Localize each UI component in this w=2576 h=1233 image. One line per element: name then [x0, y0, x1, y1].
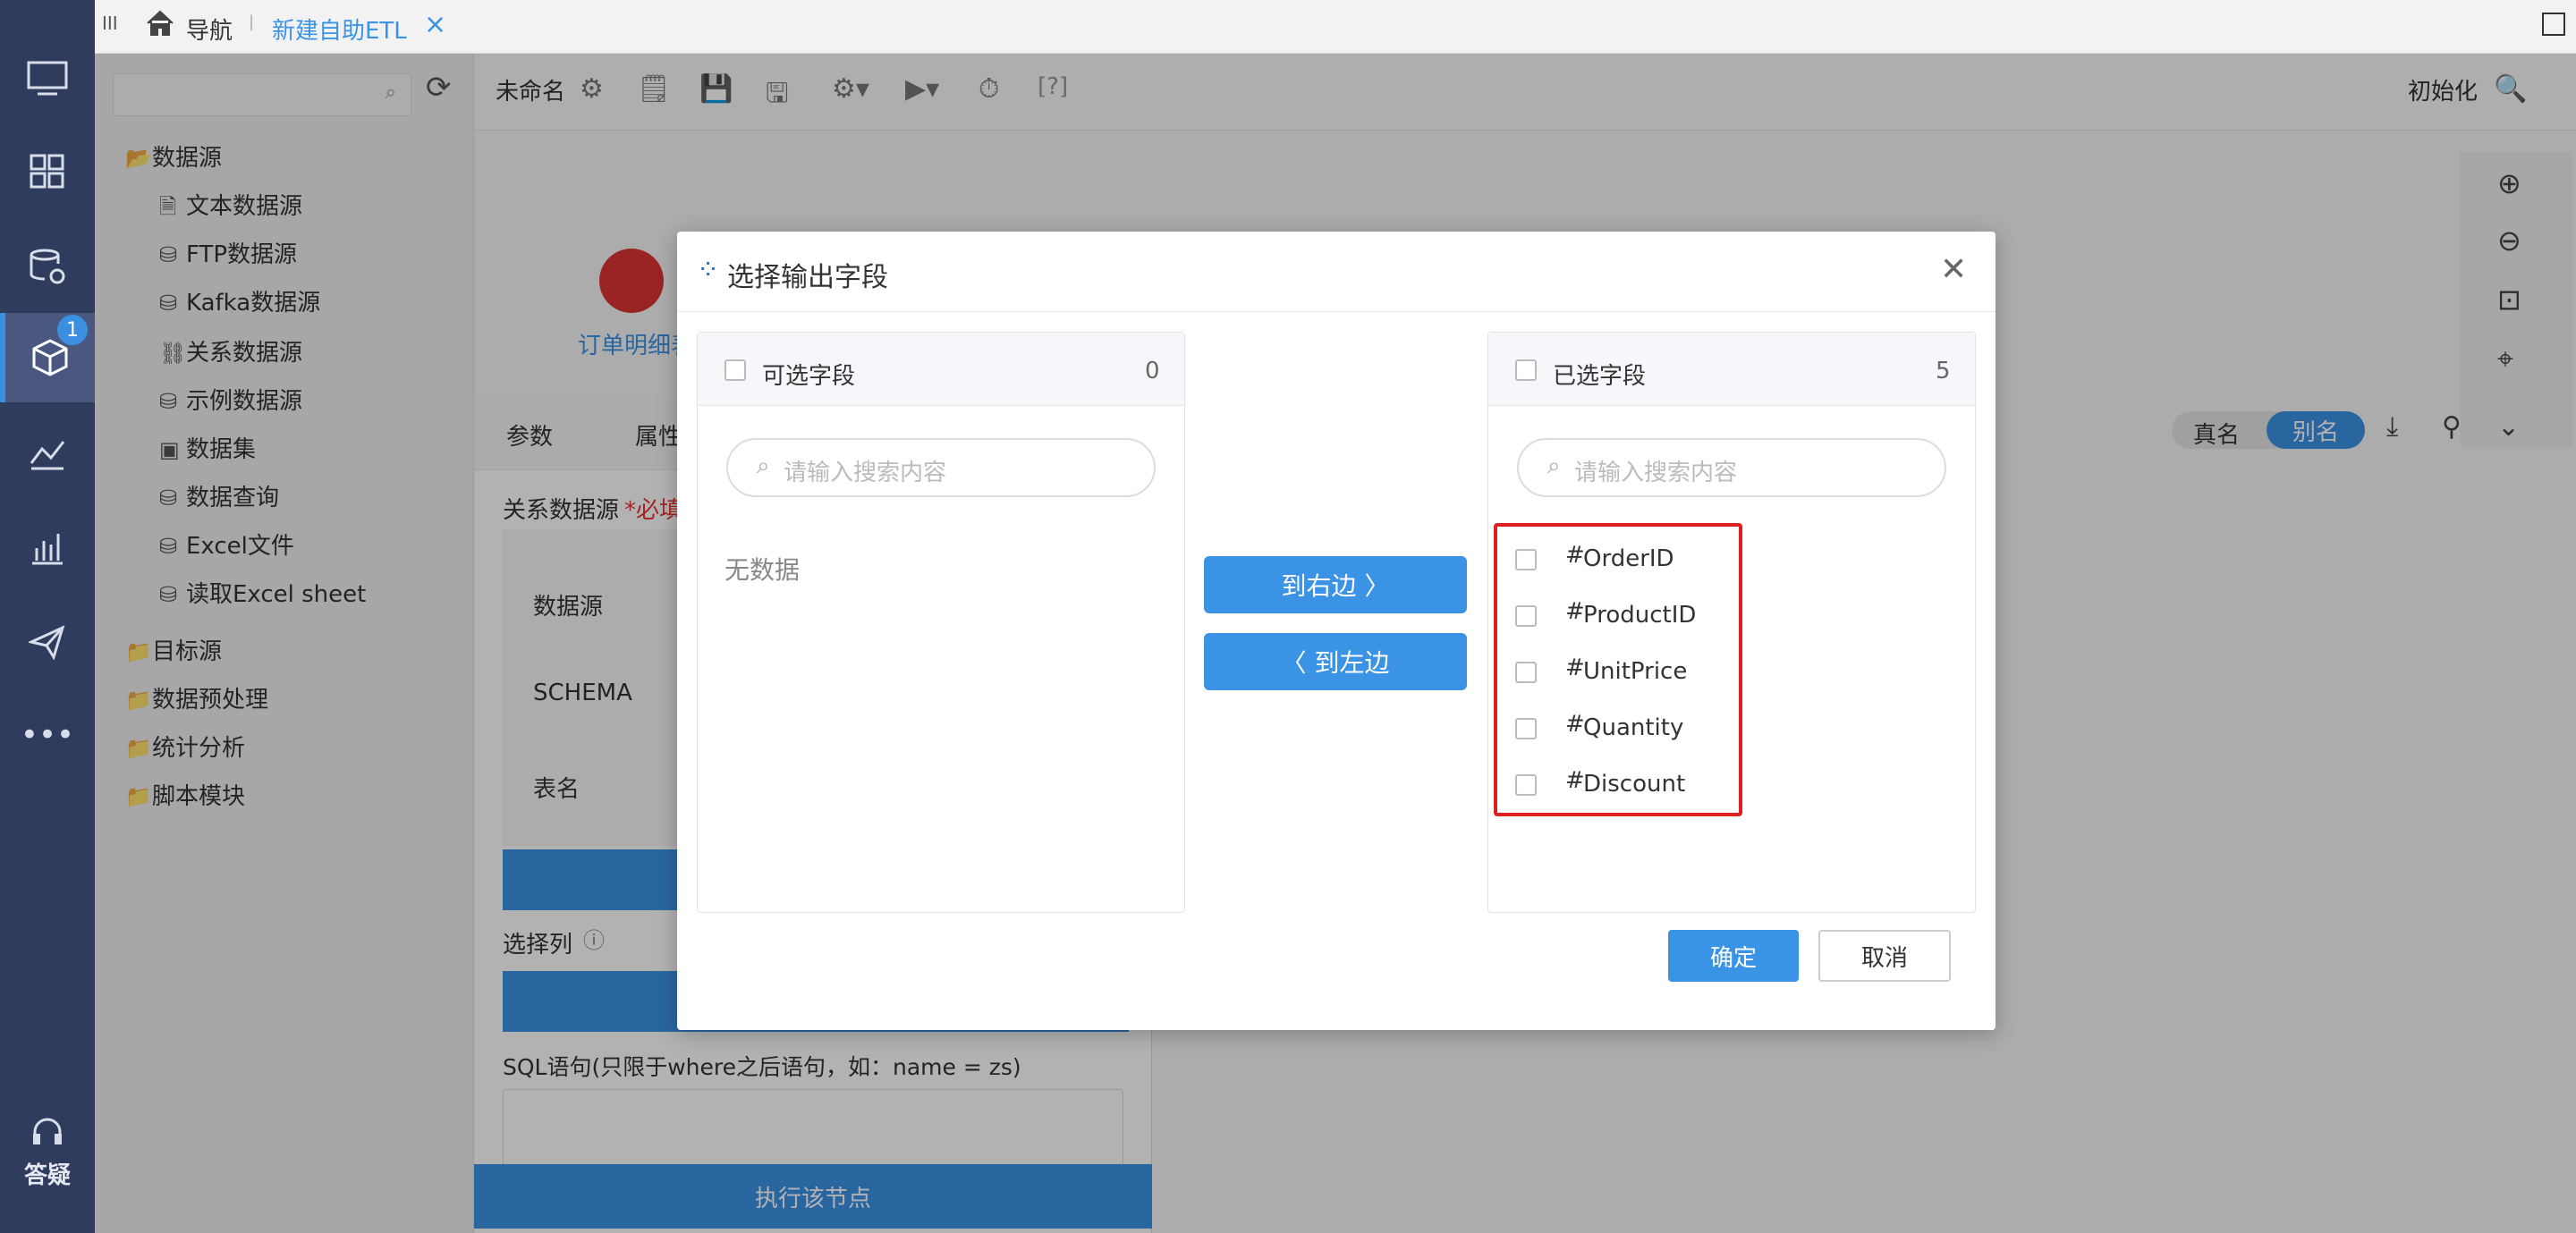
move-left-button[interactable]: 〈 到左边	[1204, 633, 1467, 690]
tab-divider: |	[249, 13, 255, 31]
monitor-icon[interactable]	[0, 34, 95, 123]
search-icon: ⌕	[1547, 452, 1561, 479]
available-select-all-checkbox[interactable]	[724, 359, 746, 381]
dialog-header: ⁘ 选择输出字段 ✕	[677, 232, 1996, 312]
bar-chart-icon[interactable]	[0, 502, 95, 592]
dialog-title: 选择输出字段	[727, 262, 888, 293]
selected-header: 已选字段 5	[1488, 333, 1975, 406]
help-label: 答疑	[23, 1162, 71, 1189]
move-right-button[interactable]: 到右边 〉	[1204, 556, 1467, 613]
maximize-icon[interactable]	[2542, 13, 2565, 36]
headset-icon	[33, 1118, 62, 1144]
empty-text: 无数据	[724, 555, 801, 585]
available-fields-panel: 可选字段 0 ⌕ 请输入搜索内容 无数据	[697, 332, 1185, 913]
available-title: 可选字段	[762, 363, 856, 390]
help-button[interactable]: 答疑	[0, 1116, 95, 1190]
selected-count: 5	[1936, 358, 1951, 384]
selected-search-input[interactable]: ⌕ 请输入搜索内容	[1517, 438, 1946, 497]
dashboard-icon[interactable]	[0, 127, 95, 216]
available-search-input[interactable]: ⌕ 请输入搜索内容	[726, 438, 1156, 497]
selected-select-all-checkbox[interactable]	[1515, 359, 1537, 381]
select-output-fields-dialog: ⁘ 选择输出字段 ✕ 可选字段 0 ⌕ 请输入搜索内容 无数据 到右边 〉 〈 …	[677, 232, 1996, 1030]
selected-search-placeholder: 请输入搜索内容	[1574, 460, 1738, 486]
send-icon[interactable]	[0, 597, 95, 687]
dialog-close-icon[interactable]: ✕	[1940, 251, 1967, 288]
fields-icon: ⁘	[697, 255, 720, 286]
database-settings-icon[interactable]	[0, 222, 95, 311]
etl-tab[interactable]: 新建自助ETL	[272, 13, 407, 46]
more-icon[interactable]: •••	[0, 690, 95, 780]
app-sidebar: 1 ••• 答疑	[0, 0, 95, 1233]
notification-badge: 1	[57, 315, 88, 345]
available-header: 可选字段 0	[698, 333, 1184, 406]
confirm-button[interactable]: 确定	[1668, 930, 1799, 982]
highlight-box	[1494, 523, 1742, 816]
chart-area-icon[interactable]	[0, 410, 95, 499]
search-icon: ⌕	[757, 452, 770, 479]
nav-tab[interactable]: 导航	[186, 13, 233, 46]
close-tab-icon[interactable]: ×	[424, 9, 446, 40]
available-search-placeholder: 请输入搜索内容	[784, 460, 947, 486]
menu-toggle-icon[interactable]: III	[102, 13, 118, 34]
top-tab-bar: III 导航 | 新建自助ETL ×	[95, 0, 2576, 54]
home-icon[interactable]	[145, 9, 175, 44]
cancel-button[interactable]: 取消	[1818, 930, 1951, 982]
selected-title: 已选字段	[1553, 363, 1647, 390]
available-count: 0	[1145, 358, 1160, 384]
